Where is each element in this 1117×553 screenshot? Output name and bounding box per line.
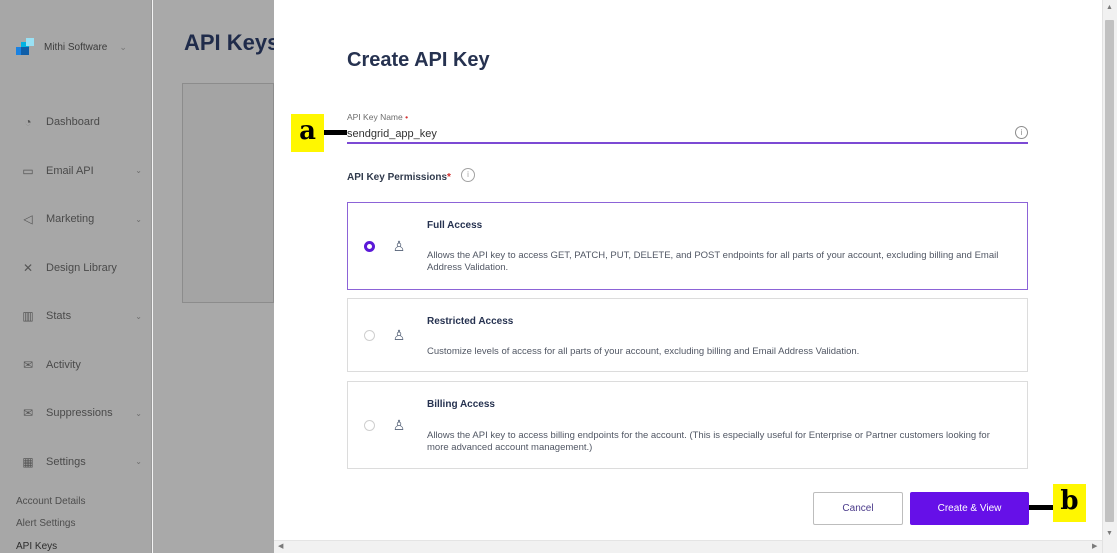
option-title: Full Access [427, 220, 483, 231]
info-icon[interactable]: i [461, 168, 475, 182]
sidebar-item-dashboard[interactable]: ◔ Dashboard [0, 98, 152, 147]
annotation-b-leader [1029, 505, 1053, 510]
create-api-key-modal: Create API Key API Key Name • i API Key … [274, 0, 1102, 553]
sidebar-subitem-api-keys[interactable]: API Keys [16, 541, 57, 552]
radio-restricted-access[interactable] [364, 330, 375, 341]
required-marker: • [405, 112, 409, 122]
info-icon[interactable]: i [1015, 126, 1028, 139]
chevron-down-icon: ⌄ [119, 41, 127, 52]
sidebar-subitem-account-details[interactable]: Account Details [16, 496, 85, 507]
megaphone-icon: ◁ [23, 212, 33, 227]
option-description: Allows the API key to access GET, PATCH,… [427, 250, 999, 273]
annotation-a: a [291, 114, 324, 152]
sidebar-item-suppressions[interactable]: ✉ Suppressions ⌄ [0, 389, 152, 438]
chevron-down-icon: ⌄ [135, 408, 142, 418]
chevron-down-icon: ⌄ [135, 166, 142, 176]
chevron-down-icon: ⌄ [135, 457, 142, 467]
account-name: Mithi Software [44, 41, 108, 53]
sidebar-item-design-library[interactable]: ✕ Design Library [0, 244, 152, 293]
sidebar-item-label: Suppressions [46, 407, 113, 420]
api-keys-card [182, 83, 274, 303]
option-title: Billing Access [427, 399, 495, 410]
scroll-up-arrow-icon[interactable]: ▲ [1106, 4, 1113, 11]
email-api-icon: ▭ [22, 163, 34, 178]
scroll-left-arrow-icon[interactable]: ◀ [278, 542, 283, 550]
sidebar: Mithi Software ⌄ ◔ Dashboard ▭ Email API… [0, 0, 152, 553]
horizontal-scrollbar[interactable] [274, 540, 1102, 553]
suppressions-icon: ✉ [22, 406, 34, 421]
required-marker: * [447, 172, 451, 183]
sidebar-item-label: Settings [46, 455, 86, 468]
account-switcher[interactable]: Mithi Software ⌄ [16, 36, 146, 58]
user-star-icon: ♙ [392, 237, 406, 254]
sidebar-item-marketing[interactable]: ◁ Marketing ⌄ [0, 195, 152, 244]
sidebar-item-label: Dashboard [46, 116, 100, 129]
annotation-b: b [1053, 484, 1086, 522]
sidebar-item-email-api[interactable]: ▭ Email API ⌄ [0, 147, 152, 196]
sendgrid-logo-icon [16, 38, 34, 56]
modal-title: Create API Key [347, 49, 490, 71]
option-full-access[interactable]: ♙ Full Access Allows the API key to acce… [347, 202, 1028, 290]
api-key-permissions-label-text: API Key Permissions [347, 172, 448, 183]
api-key-name-input[interactable] [347, 126, 1028, 144]
sidebar-nav: ◔ Dashboard ▭ Email API ⌄ ◁ Marketing ⌄ … [0, 98, 152, 486]
option-title: Restricted Access [427, 316, 514, 327]
sidebar-item-label: Marketing [46, 213, 95, 226]
user-billing-icon: ♙ [392, 416, 406, 433]
user-settings-icon: ♙ [392, 326, 406, 343]
radio-billing-access[interactable] [364, 420, 375, 431]
sidebar-item-label: Email API [46, 164, 94, 177]
sidebar-item-label: Design Library [46, 261, 117, 274]
page-title: API Keys [184, 30, 280, 55]
api-key-name-label-text: API Key Name [347, 112, 403, 122]
chevron-down-icon: ⌄ [135, 214, 142, 224]
dashboard-icon: ◔ [24, 115, 32, 130]
option-description: Customize levels of access for all parts… [427, 346, 860, 357]
sidebar-subitem-alert-settings[interactable]: Alert Settings [16, 518, 75, 529]
design-library-icon: ✕ [22, 260, 34, 275]
vertical-scrollbar-thumb[interactable] [1105, 20, 1114, 522]
stats-icon: ▥ [22, 309, 34, 324]
option-description: Allows the API key to access billing end… [427, 430, 990, 453]
sidebar-item-activity[interactable]: ✉ Activity [0, 341, 152, 390]
settings-icon: ▦ [22, 454, 34, 469]
api-key-permissions-label: API Key Permissions* [347, 172, 451, 183]
activity-icon: ✉ [22, 357, 34, 372]
create-and-view-button[interactable]: Create & View [910, 492, 1029, 525]
radio-full-access[interactable] [364, 241, 375, 252]
option-billing-access[interactable]: ♙ Billing Access Allows the API key to a… [347, 381, 1028, 469]
scroll-down-arrow-icon[interactable]: ▼ [1106, 530, 1113, 537]
sidebar-item-stats[interactable]: ▥ Stats ⌄ [0, 292, 152, 341]
annotation-a-leader [324, 130, 347, 135]
cancel-button[interactable]: Cancel [813, 492, 903, 525]
chevron-down-icon: ⌄ [135, 311, 142, 321]
scroll-right-arrow-icon[interactable]: ▶ [1092, 542, 1097, 550]
sidebar-item-settings[interactable]: ▦ Settings ⌄ [0, 438, 152, 487]
api-key-name-label: API Key Name • [347, 112, 408, 122]
option-restricted-access[interactable]: ♙ Restricted Access Customize levels of … [347, 298, 1028, 372]
sidebar-item-label: Stats [46, 310, 72, 323]
sidebar-item-label: Activity [46, 358, 81, 371]
